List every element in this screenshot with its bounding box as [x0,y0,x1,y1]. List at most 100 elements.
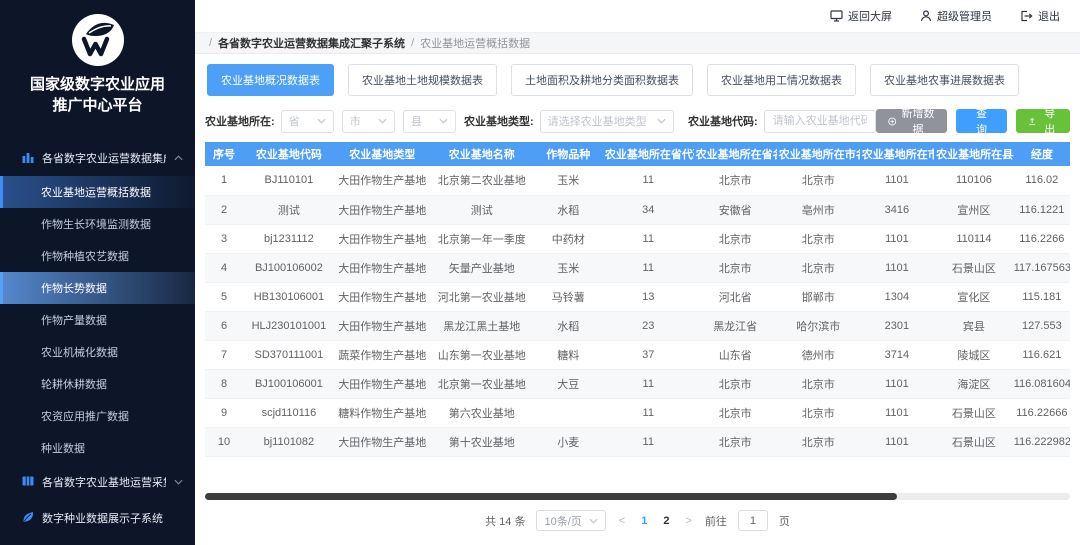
tabs: 农业基地概况数据表农业基地土地规模数据表土地面积及耕地分类面积数据表农业基地用工… [207,64,1068,96]
table-cell: 中药材 [534,224,603,253]
add-data-button[interactable]: 新增数据 [876,109,947,133]
query-button[interactable]: 查询 [956,109,1007,133]
table-cell: 1101 [860,398,934,427]
page-numbers: 12 [638,515,672,527]
export-button[interactable]: 导出 [1016,109,1070,133]
table-cell: 宾县 [934,311,1014,340]
tab[interactable]: 农业基地概况数据表 [207,64,334,96]
base-type-select[interactable]: 请选择农业基地类型 [540,110,674,133]
sidebar-item[interactable]: 种业数据 [0,432,195,464]
chevron-down-icon [378,118,387,124]
table-cell: 第十农业基地 [430,427,534,456]
add-data-label: 新增数据 [901,105,935,137]
monitor-icon [830,10,843,22]
table-cell: 北京市 [694,427,777,456]
horizontal-scrollbar[interactable] [205,493,1070,500]
username-label: 超级管理员 [937,8,992,24]
table-cell: 北京市 [777,369,860,398]
table-cell: 4 [205,253,243,282]
chevron-down-icon [657,118,666,124]
chevron-up-icon [174,152,183,164]
prev-page-button[interactable]: < [617,515,627,527]
table-cell: 河北第一农业基地 [430,282,534,311]
tab[interactable]: 农业基地土地规模数据表 [348,64,497,96]
tab[interactable]: 农业基地用工情况数据表 [707,64,856,96]
export-icon [1028,116,1036,127]
table-cell: 11 [603,253,694,282]
table-cell: 安徽省 [694,195,777,224]
table-row: 4BJ100106002大田作物生产基地矢量产业基地玉米11北京市北京市1101… [205,253,1070,282]
table-cell: 石景山区 [934,253,1014,282]
table-header-cell: 序号 [205,142,243,166]
sidebar-section[interactable]: 各省数字农业运营数据集成汇聚子系统 [0,140,195,176]
table-row: 8BJ100106001大田作物生产基地北京第一农业基地大豆11北京市北京市11… [205,369,1070,398]
pagination: 共 14 条 10条/页 < 12 > 前往 页 [205,510,1070,545]
table-cell: 116.02 [1014,166,1070,195]
sidebar-item[interactable]: 作物种植农艺数据 [0,240,195,272]
table-cell: 10 [205,427,243,456]
table-cell: 北京市 [777,224,860,253]
table-cell: 大豆 [534,369,603,398]
page-number[interactable]: 2 [660,515,672,527]
table-cell: 北京市 [694,398,777,427]
horizontal-scrollbar-thumb[interactable] [205,493,897,500]
sidebar-item[interactable]: 作物产量数据 [0,304,195,336]
page-number[interactable]: 1 [638,515,650,527]
sidebar-item[interactable]: 作物长势数据 [0,272,195,304]
sidebar-section-label: 各省数字农业运营数据集成汇聚子系统 [42,150,166,166]
page-size-select[interactable]: 10条/页 [536,510,605,531]
sidebar-item[interactable]: 农业机械化数据 [0,336,195,368]
table-cell: scjd110116 [243,398,335,427]
sidebar-item[interactable]: 作物生长环境监测数据 [0,208,195,240]
table-cell: 北京市 [694,166,777,195]
user-menu[interactable]: 超级管理员 [920,8,992,24]
logout-icon [1020,10,1033,22]
table-cell: 糖料作物生产基地 [335,398,430,427]
table-header-cell: 农业基地代码 [243,142,335,166]
province-select[interactable]: 省 [281,110,334,133]
pagination-total: 共 14 条 [485,513,525,529]
table-cell: 9 [205,398,243,427]
chevron-down-icon [174,476,183,488]
breadcrumb-root[interactable]: 各省数字农业运营数据集成汇聚子系统 [218,35,405,51]
sidebar-item[interactable]: 轮耕休耕数据 [0,368,195,400]
sidebar-section[interactable]: 各省数字农业基地运营采集子系统 [0,464,195,500]
sidebar-section-label: 数字种业数据展示子系统 [42,510,183,526]
city-select[interactable]: 市 [342,110,395,133]
table-cell: 大田作物生产基地 [335,311,430,340]
leaf-icon [22,511,34,526]
goto-page-input[interactable] [738,510,768,531]
table-cell: 小麦 [534,427,603,456]
table-cell: 矢量产业基地 [430,253,534,282]
tab[interactable]: 农业基地农事进展数据表 [870,64,1019,96]
tab[interactable]: 土地面积及耕地分类面积数据表 [511,64,693,96]
sidebar-item[interactable]: 农业基地运营概括数据 [0,176,195,208]
chevron-down-icon [589,518,598,524]
table-cell: 水稻 [534,195,603,224]
logout-button[interactable]: 退出 [1020,8,1060,24]
table-cell: 34 [603,195,694,224]
table-cell: 1 [205,166,243,195]
table-cell: 6 [205,311,243,340]
table-cell: bj1101082 [243,427,335,456]
table-cell: 北京第一年一季度 [430,224,534,253]
table-cell: 11 [603,166,694,195]
table-header-cell: 农业基地所在县名称 [934,142,1014,166]
grid-icon [22,475,34,490]
county-select-placeholder: 县 [411,113,422,129]
table-cell: 8 [205,369,243,398]
sidebar-item[interactable]: 农资应用推广数据 [0,400,195,432]
table-cell: 德州市 [777,340,860,369]
goto-suffix: 页 [779,513,790,529]
table-cell: 测试 [430,195,534,224]
table-header-cell: 经度 [1014,142,1070,166]
base-code-input[interactable] [764,110,876,133]
table-cell: 3714 [860,340,934,369]
county-select[interactable]: 县 [403,110,456,133]
sidebar-section[interactable]: 数字种业数据展示子系统 [0,500,195,536]
table-cell: 玉米 [534,253,603,282]
app-logo [0,13,195,67]
next-page-button[interactable]: > [683,515,693,527]
back-to-bigscreen-button[interactable]: 返回大屏 [830,8,892,24]
table-cell: 北京市 [777,166,860,195]
